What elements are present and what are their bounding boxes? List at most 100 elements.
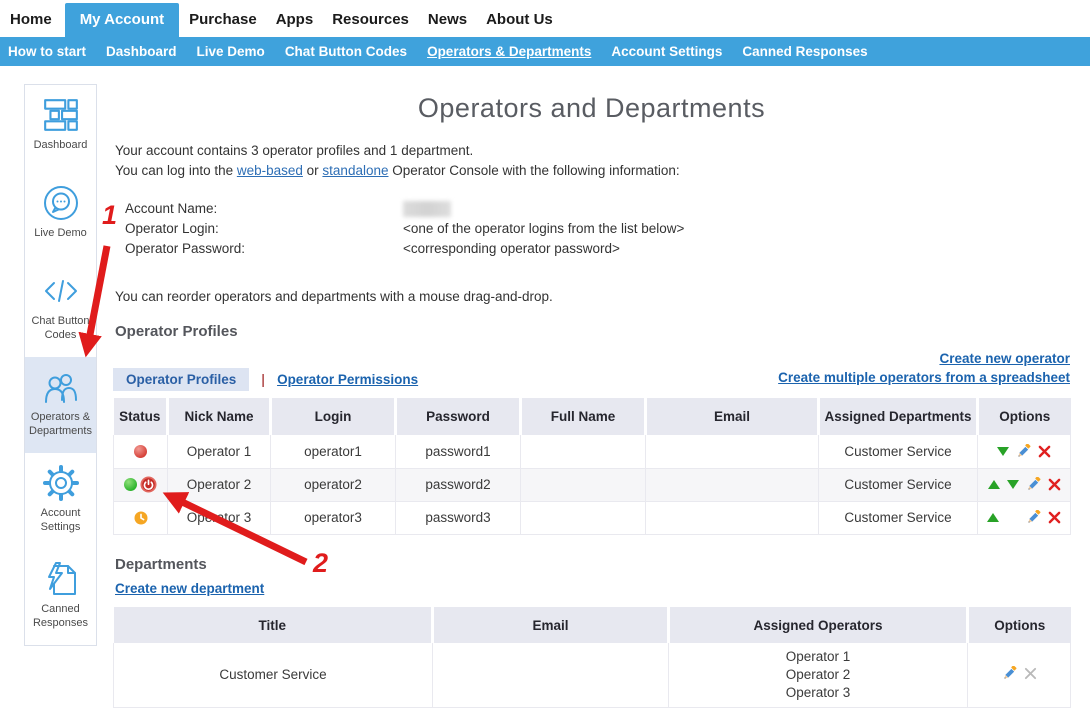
subnav-live-demo[interactable]: Live Demo: [197, 44, 265, 59]
department-title-cell: Customer Service: [114, 643, 433, 707]
create-operator-links: Create new operator Create multiple oper…: [778, 349, 1070, 387]
operators-header-row: Status Nick Name Login Password Full Nam…: [114, 398, 1071, 435]
col-assigned-operators: Assigned Operators: [669, 607, 968, 643]
move-down-icon[interactable]: [1007, 480, 1019, 489]
screen: Home My Account Purchase Apps Resources …: [0, 0, 1090, 722]
col-status: Status: [114, 398, 168, 435]
edit-icon[interactable]: [1026, 510, 1041, 525]
account-name-row: Account Name:: [113, 199, 684, 219]
subnav-how-to-start[interactable]: How to start: [8, 44, 86, 59]
full-name-cell: [521, 435, 646, 468]
password-cell: password1: [396, 435, 521, 468]
web-based-link[interactable]: web-based: [237, 163, 303, 178]
lightning-document-icon: [41, 560, 81, 598]
email-cell: [646, 468, 819, 501]
edit-icon[interactable]: [1016, 444, 1031, 459]
delete-disabled-icon: [1024, 667, 1037, 680]
password-cell: password2: [396, 468, 521, 501]
full-name-cell: [521, 468, 646, 501]
col-nick-name: Nick Name: [168, 398, 271, 435]
nick-name-cell: Operator 2: [168, 468, 271, 501]
move-up-icon[interactable]: [987, 513, 999, 522]
standalone-link[interactable]: standalone: [322, 163, 388, 178]
nav-about-us[interactable]: About Us: [486, 3, 553, 37]
col-email: Email: [646, 398, 819, 435]
tab-operator-permissions[interactable]: Operator Permissions: [277, 372, 418, 387]
assigned-operators-cell: Operator 1 Operator 2 Operator 3: [669, 643, 968, 707]
department-email-cell: [433, 643, 669, 707]
delete-icon[interactable]: [1038, 445, 1051, 458]
subnav-dashboard[interactable]: Dashboard: [106, 44, 177, 59]
tab-operator-profiles[interactable]: Operator Profiles: [113, 368, 249, 391]
nav-purchase[interactable]: Purchase: [189, 3, 257, 37]
move-up-icon[interactable]: [988, 480, 1000, 489]
subnav-chat-button-codes[interactable]: Chat Button Codes: [285, 44, 407, 59]
subnav-account-settings[interactable]: Account Settings: [611, 44, 722, 59]
sidebar-label: Dashboard: [26, 138, 96, 152]
operator-password-row: Operator Password: <corresponding operat…: [113, 239, 684, 259]
sidebar-item-dashboard[interactable]: Dashboard: [25, 85, 96, 173]
col-email: Email: [433, 607, 669, 643]
code-icon: [41, 272, 81, 310]
dashboard-icon: [41, 96, 81, 134]
status-online-icon: [124, 478, 137, 491]
col-password: Password: [396, 398, 521, 435]
top-nav: Home My Account Purchase Apps Resources …: [0, 0, 1090, 37]
main-content: Operators and Departments Your account c…: [113, 85, 1070, 715]
account-info: Account Name: Operator Login: <one of th…: [113, 199, 684, 259]
sidebar-label: Operators & Departments: [26, 410, 96, 438]
operator-login-row: Operator Login: <one of the operator log…: [113, 219, 684, 239]
sidebar-item-live-demo[interactable]: Live Demo: [25, 173, 96, 261]
reorder-note: You can reorder operators and department…: [115, 289, 553, 304]
col-options: Options: [978, 398, 1071, 435]
email-cell: [646, 501, 819, 534]
nav-my-account[interactable]: My Account: [65, 3, 179, 37]
col-login: Login: [271, 398, 396, 435]
operator-login-label: Operator Login:: [113, 219, 403, 239]
operator-row-3: Operator 3 operator3 password3 Customer …: [114, 501, 1071, 534]
create-new-department-link[interactable]: Create new department: [115, 581, 264, 596]
col-title: Title: [114, 607, 433, 643]
gear-icon: [41, 464, 81, 502]
nav-resources[interactable]: Resources: [332, 3, 409, 37]
operator-tabs: Operator Profiles | Operator Permissions: [113, 368, 418, 391]
sidebar-item-canned-responses[interactable]: Canned Responses: [25, 549, 96, 645]
nav-news[interactable]: News: [428, 3, 467, 37]
sidebar-label: Chat Button Codes: [26, 314, 96, 342]
options-spacer: [1006, 517, 1019, 518]
col-options: Options: [968, 607, 1071, 643]
tab-separator: |: [261, 372, 265, 387]
intro-line1: Your account contains 3 operator profile…: [115, 141, 680, 161]
nick-name-cell: Operator 1: [168, 435, 271, 468]
edit-icon[interactable]: [1002, 666, 1017, 681]
logout-power-icon[interactable]: [140, 476, 157, 493]
chat-bubble-icon: [41, 184, 81, 222]
create-multiple-operators-link[interactable]: Create multiple operators from a spreads…: [778, 370, 1070, 385]
subnav-canned-responses[interactable]: Canned Responses: [742, 44, 867, 59]
move-down-icon[interactable]: [997, 447, 1009, 456]
sidebar-label: Account Settings: [26, 506, 96, 534]
col-full-name: Full Name: [521, 398, 646, 435]
departments-cell: Customer Service: [819, 501, 978, 534]
delete-icon[interactable]: [1048, 511, 1061, 524]
login-cell: operator1: [271, 435, 396, 468]
password-cell: password3: [396, 501, 521, 534]
full-name-cell: [521, 501, 646, 534]
nav-home[interactable]: Home: [10, 3, 52, 37]
sidebar-item-operators-departments[interactable]: Operators & Departments: [25, 357, 96, 453]
create-new-operator-link[interactable]: Create new operator: [939, 351, 1070, 366]
login-cell: operator2: [271, 468, 396, 501]
edit-icon[interactable]: [1026, 477, 1041, 492]
departments-cell: Customer Service: [819, 468, 978, 501]
nav-apps[interactable]: Apps: [276, 3, 314, 37]
sidebar-label: Canned Responses: [26, 602, 96, 630]
sidebar-item-account-settings[interactable]: Account Settings: [25, 453, 96, 549]
departments-header-row: Title Email Assigned Operators Options: [114, 607, 1071, 643]
sidebar-item-chat-button-codes[interactable]: Chat Button Codes: [25, 261, 96, 357]
delete-icon[interactable]: [1048, 478, 1061, 491]
login-cell: operator3: [271, 501, 396, 534]
departments-cell: Customer Service: [819, 435, 978, 468]
sidebar-label: Live Demo: [26, 226, 96, 240]
subnav-operators-departments[interactable]: Operators & Departments: [427, 44, 591, 59]
department-row-1: Customer Service Operator 1 Operator 2 O…: [114, 643, 1071, 707]
